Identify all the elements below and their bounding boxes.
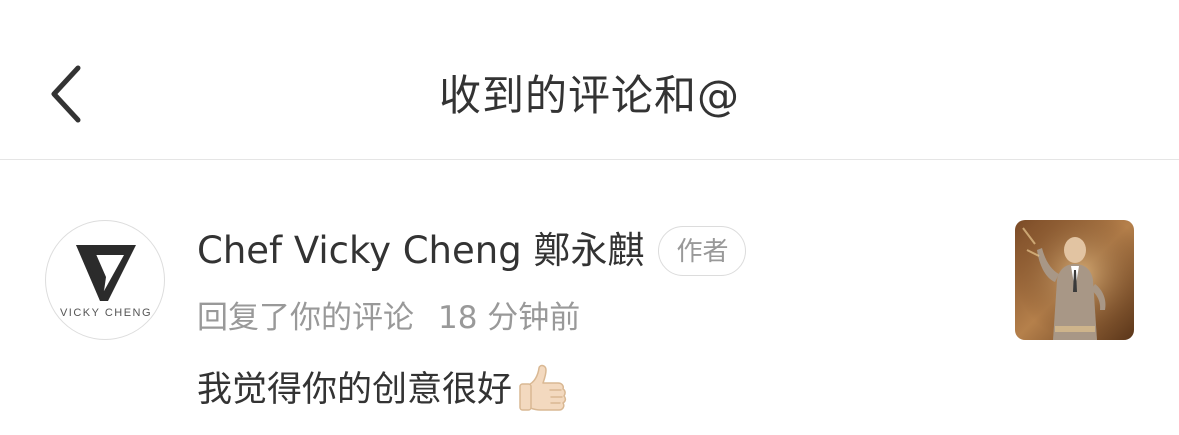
action-text: 回复了你的评论	[197, 300, 414, 336]
meta-row: 回复了你的评论 18 分钟前	[197, 294, 580, 342]
vicky-cheng-logo	[76, 245, 136, 301]
timestamp: 18 分钟前	[438, 300, 581, 336]
post-thumbnail[interactable]	[1015, 220, 1134, 340]
user-name[interactable]: Chef Vicky Cheng 鄭永麒	[197, 223, 644, 279]
post-thumbnail-image	[1015, 220, 1134, 340]
thumbs-up-icon	[519, 364, 567, 411]
name-row: Chef Vicky Cheng 鄭永麒 作者	[197, 223, 747, 279]
avatar[interactable]: VICKY CHENG	[45, 220, 165, 340]
page-title: 收到的评论和@	[438, 71, 740, 120]
comment-text-row[interactable]: 我觉得你的创意很好	[197, 360, 568, 420]
comment-notification[interactable]: VICKY CHENG Chef Vicky Cheng 鄭永麒 作者 回复了你…	[0, 161, 1179, 435]
avatar-logo-text: VICKY CHENG	[59, 307, 153, 319]
comment-text: 我觉得你的创意很好	[197, 370, 513, 410]
top-bar: 收到的评论和@	[0, 0, 1179, 160]
author-badge: 作者	[658, 226, 747, 276]
